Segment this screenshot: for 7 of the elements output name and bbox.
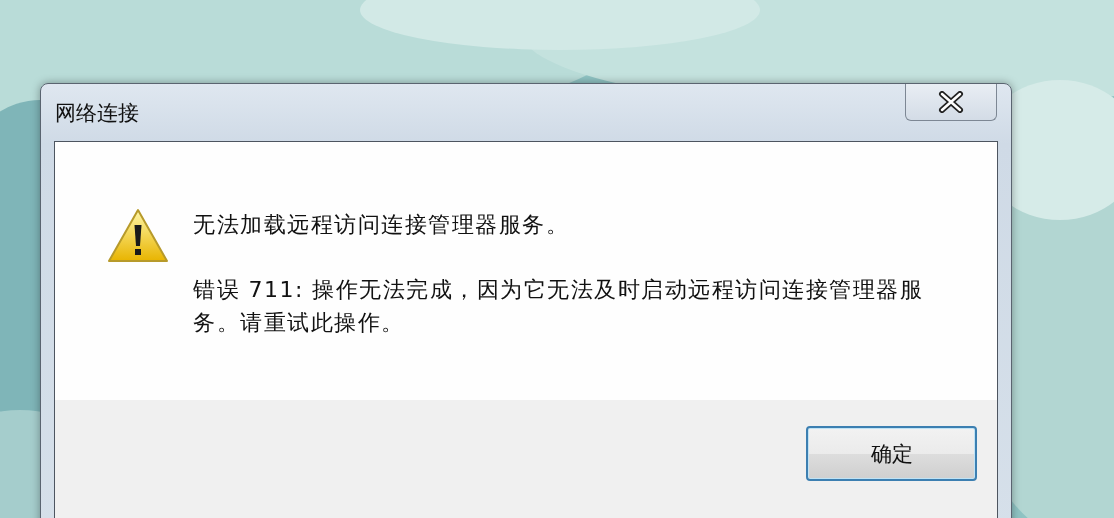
ok-button[interactable]: 确定 xyxy=(806,426,977,481)
window-title: 网络连接 xyxy=(55,100,139,127)
error-heading: 无法加载远程访问连接管理器服务。 xyxy=(193,211,570,239)
error-detail: 错误 711: 操作无法完成，因为它无法及时启动远程访问连接管理器服务。请重试此操作。 xyxy=(193,276,925,337)
warning-icon xyxy=(107,208,169,264)
close-button[interactable] xyxy=(905,84,997,121)
close-icon xyxy=(938,91,964,113)
